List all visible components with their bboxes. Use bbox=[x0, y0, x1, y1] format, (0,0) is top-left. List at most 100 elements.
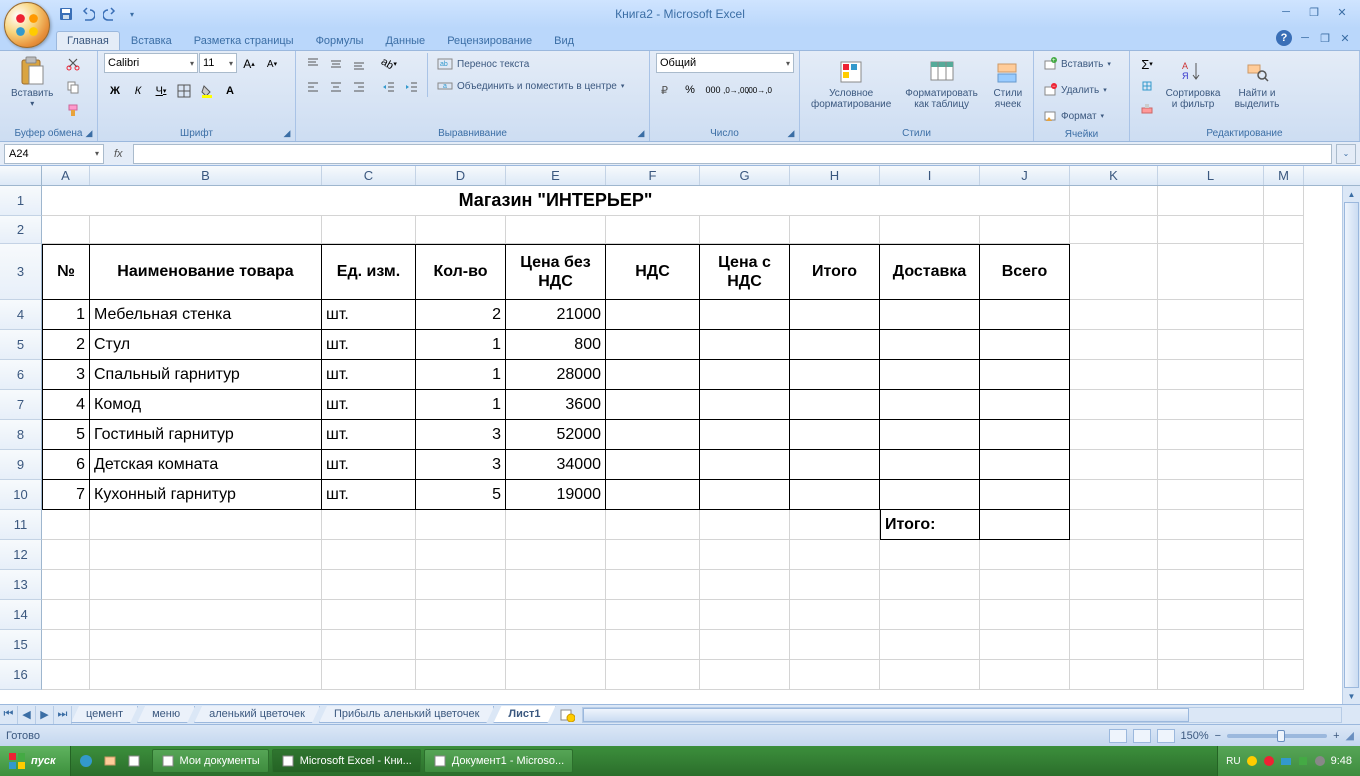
cell[interactable]: Всего bbox=[980, 244, 1070, 300]
cell[interactable] bbox=[700, 450, 790, 480]
cell[interactable]: шт. bbox=[322, 360, 416, 390]
underline-icon[interactable]: Ч▾ bbox=[150, 80, 172, 102]
cell[interactable] bbox=[506, 540, 606, 570]
cell[interactable] bbox=[90, 600, 322, 630]
cell[interactable] bbox=[1158, 450, 1264, 480]
cell[interactable] bbox=[980, 570, 1070, 600]
fill-icon[interactable] bbox=[1136, 75, 1158, 97]
cell[interactable] bbox=[1264, 390, 1304, 420]
column-header[interactable]: A bbox=[42, 166, 90, 185]
formula-input[interactable] bbox=[133, 144, 1332, 164]
horizontal-scrollbar[interactable] bbox=[582, 707, 1343, 723]
cell[interactable]: шт. bbox=[322, 300, 416, 330]
cell[interactable] bbox=[980, 450, 1070, 480]
increase-indent-icon[interactable] bbox=[401, 76, 423, 98]
cell[interactable]: шт. bbox=[322, 420, 416, 450]
column-header[interactable]: D bbox=[416, 166, 506, 185]
cell[interactable] bbox=[606, 390, 700, 420]
cell[interactable]: 28000 bbox=[506, 360, 606, 390]
cell[interactable] bbox=[790, 420, 880, 450]
cell[interactable] bbox=[880, 660, 980, 690]
cell[interactable] bbox=[980, 630, 1070, 660]
cell[interactable] bbox=[1158, 510, 1264, 540]
cell[interactable]: 3600 bbox=[506, 390, 606, 420]
cell[interactable] bbox=[790, 330, 880, 360]
vertical-scrollbar[interactable]: ▲ ▼ bbox=[1342, 186, 1360, 704]
zoom-level[interactable]: 150% bbox=[1181, 730, 1209, 742]
tab-nav-next-icon[interactable]: ▶ bbox=[36, 706, 54, 724]
cell[interactable] bbox=[606, 540, 700, 570]
cell[interactable] bbox=[1158, 660, 1264, 690]
cell[interactable] bbox=[322, 216, 416, 244]
taskbar-item[interactable]: Мои документы bbox=[152, 749, 269, 773]
close-button[interactable]: ✕ bbox=[1330, 4, 1354, 20]
row-header[interactable]: 8 bbox=[0, 420, 42, 450]
cell[interactable] bbox=[790, 510, 880, 540]
save-icon[interactable] bbox=[56, 4, 76, 24]
column-header[interactable]: H bbox=[790, 166, 880, 185]
align-bottom-icon[interactable] bbox=[348, 53, 370, 75]
cell[interactable] bbox=[416, 600, 506, 630]
cell[interactable]: 7 bbox=[42, 480, 90, 510]
cell[interactable]: шт. bbox=[322, 480, 416, 510]
cell[interactable] bbox=[506, 600, 606, 630]
tab-nav-first-icon[interactable]: ⏮ bbox=[0, 706, 18, 724]
cell[interactable] bbox=[1070, 660, 1158, 690]
wrap-text-button[interactable]: abПеренос текста bbox=[434, 53, 627, 75]
cell[interactable] bbox=[1264, 300, 1304, 330]
comma-format-icon[interactable]: 000 bbox=[702, 79, 724, 101]
cell[interactable] bbox=[322, 570, 416, 600]
cut-icon[interactable] bbox=[62, 53, 84, 75]
column-header[interactable]: K bbox=[1070, 166, 1158, 185]
ribbon-tab[interactable]: Вид bbox=[543, 31, 585, 50]
number-expand-icon[interactable]: ◢ bbox=[785, 127, 797, 139]
cell[interactable]: Стул bbox=[90, 330, 322, 360]
cell[interactable] bbox=[1264, 480, 1304, 510]
cell[interactable] bbox=[506, 510, 606, 540]
cell[interactable]: 1 bbox=[42, 300, 90, 330]
find-select-button[interactable]: Найти и выделить bbox=[1228, 53, 1286, 113]
cell[interactable] bbox=[700, 630, 790, 660]
row-header[interactable]: 2 bbox=[0, 216, 42, 244]
cell[interactable] bbox=[506, 630, 606, 660]
qat-customize-icon[interactable]: ▾ bbox=[122, 4, 142, 24]
cell[interactable] bbox=[790, 216, 880, 244]
column-header[interactable]: L bbox=[1158, 166, 1264, 185]
cell[interactable] bbox=[1070, 390, 1158, 420]
alignment-expand-icon[interactable]: ◢ bbox=[635, 127, 647, 139]
cell[interactable] bbox=[700, 330, 790, 360]
format-cells-button[interactable]: Формат▾ bbox=[1040, 105, 1107, 127]
tray-icon[interactable] bbox=[1280, 755, 1292, 767]
cell[interactable] bbox=[980, 480, 1070, 510]
cell[interactable] bbox=[1158, 420, 1264, 450]
row-header[interactable]: 1 bbox=[0, 186, 42, 216]
clipboard-expand-icon[interactable]: ◢ bbox=[83, 127, 95, 139]
office-button[interactable] bbox=[4, 2, 50, 48]
cell[interactable] bbox=[42, 216, 90, 244]
view-page-layout-icon[interactable] bbox=[1133, 729, 1151, 743]
quicklaunch-icon[interactable] bbox=[75, 750, 97, 772]
cell[interactable] bbox=[1264, 216, 1304, 244]
tray-icon[interactable] bbox=[1263, 755, 1275, 767]
cell[interactable] bbox=[980, 360, 1070, 390]
cell[interactable]: 2 bbox=[42, 330, 90, 360]
cell[interactable] bbox=[606, 480, 700, 510]
row-header[interactable]: 4 bbox=[0, 300, 42, 330]
ribbon-tab[interactable]: Формулы bbox=[305, 31, 375, 50]
cell[interactable]: 5 bbox=[42, 420, 90, 450]
cell[interactable] bbox=[980, 300, 1070, 330]
cell[interactable] bbox=[416, 630, 506, 660]
cell[interactable]: Детская комната bbox=[90, 450, 322, 480]
ribbon-tab[interactable]: Главная bbox=[56, 31, 120, 50]
cell[interactable] bbox=[1158, 216, 1264, 244]
cell[interactable] bbox=[880, 390, 980, 420]
select-all-corner[interactable] bbox=[0, 166, 42, 185]
cell[interactable] bbox=[1158, 600, 1264, 630]
cell[interactable] bbox=[42, 660, 90, 690]
cell[interactable]: Цена с НДС bbox=[700, 244, 790, 300]
cell[interactable] bbox=[606, 300, 700, 330]
cell[interactable]: 3 bbox=[416, 450, 506, 480]
cell[interactable]: Итого bbox=[790, 244, 880, 300]
cell[interactable] bbox=[790, 450, 880, 480]
cell[interactable]: 1 bbox=[416, 330, 506, 360]
